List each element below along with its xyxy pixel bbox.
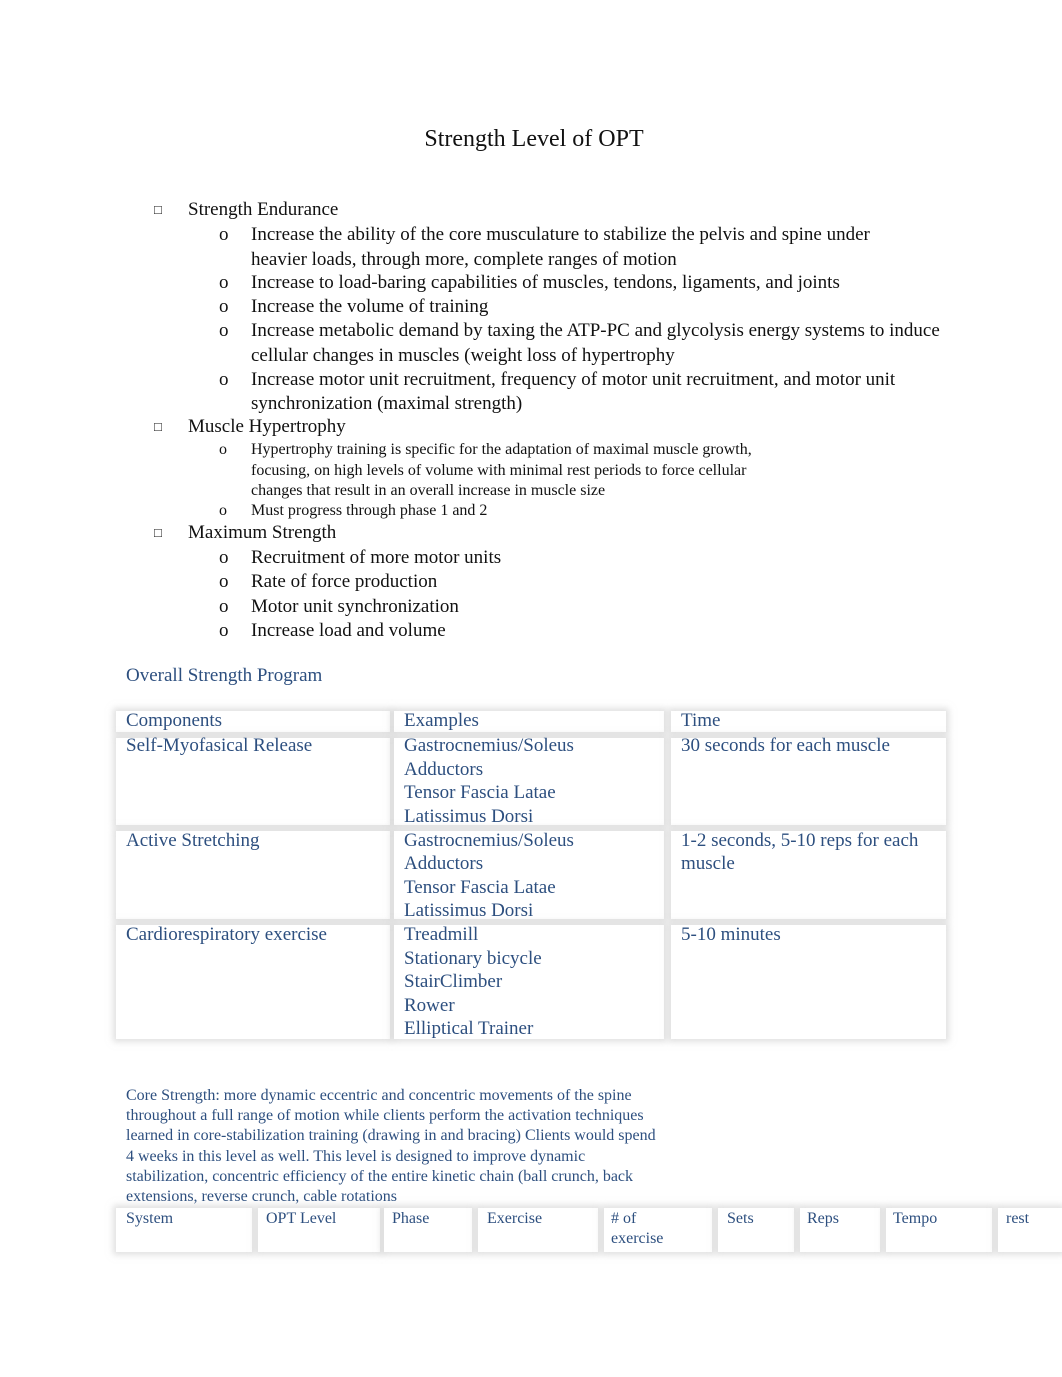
time-cell: 5-10 minutes — [681, 924, 781, 945]
bullet-icon: □ — [154, 525, 162, 540]
example-cell: Gastrocnemius/Soleus — [404, 830, 574, 851]
paragraph-line: throughout a full range of motion while … — [126, 1107, 644, 1124]
bullet-icon: □ — [154, 202, 162, 217]
component-cell: Self-Myofasical Release — [126, 735, 313, 756]
sub-bullet-icon: o — [219, 547, 229, 568]
section-heading: Maximum Strength — [188, 522, 337, 543]
paragraph-line: extensions, reverse crunch, cable rotati… — [126, 1188, 398, 1205]
list-item-text: Rate of force production — [251, 571, 438, 592]
list-item-text: Must progress through phase 1 and 2 — [251, 502, 488, 519]
example-cell: Latissimus Dorsi — [404, 806, 534, 827]
table-header: Time — [681, 710, 721, 731]
example-cell: Tensor Fascia Latae — [404, 877, 556, 898]
list-item-text: Increase motor unit recruitment, frequen… — [251, 369, 896, 390]
paragraph-line: learned in core-stabilization training (… — [126, 1127, 656, 1144]
table-header: exercise — [611, 1230, 664, 1247]
section-heading: Strength Endurance — [188, 199, 339, 220]
example-cell: StairClimber — [404, 971, 503, 992]
table-header: Exercise — [487, 1210, 543, 1227]
example-cell: Rower — [404, 995, 455, 1016]
bullet-icon: □ — [154, 419, 162, 434]
list-item-text: Increase to load-baring capabilities of … — [251, 272, 840, 293]
time-cell: 1-2 seconds, 5-10 reps for each — [681, 830, 919, 851]
sub-bullet-icon: o — [219, 272, 229, 293]
sub-bullet-icon: o — [219, 441, 227, 458]
example-cell: Latissimus Dorsi — [404, 900, 534, 921]
table-header: # of — [611, 1210, 637, 1227]
time-cell: muscle — [681, 853, 735, 874]
table-header: Sets — [727, 1210, 754, 1227]
table-header: Components — [126, 710, 223, 731]
list-item-text: Increase the volume of training — [251, 296, 489, 317]
example-cell: Treadmill — [404, 924, 479, 945]
table-header: Reps — [807, 1210, 839, 1227]
example-cell: Adductors — [404, 759, 484, 780]
sub-bullet-icon: o — [219, 596, 229, 617]
component-cell: Active Stretching — [126, 830, 260, 851]
list-item-text: focusing, on high levels of volume with … — [251, 462, 747, 479]
example-cell: Gastrocnemius/Soleus — [404, 735, 574, 756]
example-cell: Elliptical Trainer — [404, 1018, 534, 1039]
sub-bullet-icon: o — [219, 296, 229, 317]
section-heading: Overall Strength Program — [126, 665, 323, 686]
component-cell: Cardiorespiratory exercise — [126, 924, 327, 945]
example-cell: Adductors — [404, 853, 484, 874]
list-item-text: Hypertrophy training is specific for the… — [251, 441, 752, 458]
list-item-text: Motor unit synchronization — [251, 596, 459, 617]
table-header: rest — [1006, 1210, 1030, 1227]
sub-bullet-icon: o — [219, 369, 229, 390]
list-item-text: Increase load and volume — [251, 620, 446, 641]
paragraph-line: stabilization, concentric efficiency of … — [126, 1168, 634, 1185]
table-header: Examples — [404, 710, 479, 731]
list-item-text: Increase metabolic demand by taxing the … — [251, 320, 940, 341]
time-cell: 30 seconds for each muscle — [681, 735, 890, 756]
table-header: Tempo — [893, 1210, 938, 1227]
sub-bullet-icon: o — [219, 224, 229, 245]
table-header: Phase — [392, 1210, 430, 1227]
example-cell: Stationary bicycle — [404, 948, 542, 969]
list-item-text: Recruitment of more motor units — [251, 547, 502, 568]
list-item-text: heavier loads, through more, complete ra… — [251, 249, 677, 270]
sub-bullet-icon: o — [219, 620, 229, 641]
list-item-text: cellular changes in muscles (weight loss… — [251, 345, 675, 366]
list-item-text: Increase the ability of the core muscula… — [251, 224, 870, 245]
page-title: Strength Level of OPT — [424, 126, 644, 152]
section-heading: Muscle Hypertrophy — [188, 416, 346, 437]
example-cell: Tensor Fascia Latae — [404, 782, 556, 803]
sub-bullet-icon: o — [219, 571, 229, 592]
sub-bullet-icon: o — [219, 502, 227, 519]
list-item-text: synchronization (maximal strength) — [251, 393, 523, 414]
paragraph-line: 4 weeks in this level as well. This leve… — [126, 1148, 586, 1165]
table-header: System — [126, 1210, 174, 1227]
paragraph-line: Core Strength: more dynamic eccentric an… — [126, 1087, 632, 1104]
list-item-text: changes that result in an overall increa… — [251, 482, 606, 499]
sub-bullet-icon: o — [219, 320, 229, 341]
table-header: OPT Level — [266, 1210, 337, 1227]
